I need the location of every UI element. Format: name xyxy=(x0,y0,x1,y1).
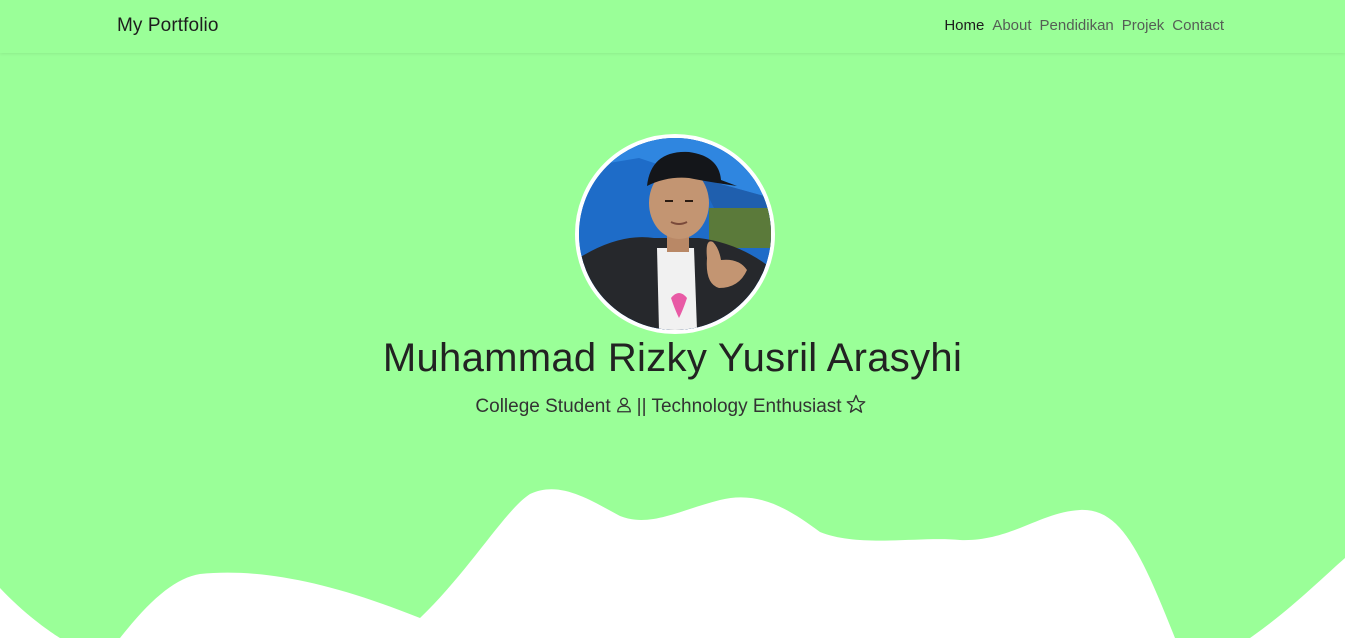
nav-link-home[interactable]: Home xyxy=(936,17,984,34)
nav-menu: Home About Pendidikan Projek Contact xyxy=(936,17,1224,35)
subtitle-separator: || xyxy=(636,396,647,417)
profile-photo xyxy=(575,134,775,334)
wave-divider xyxy=(0,489,1345,638)
navbar: My Portfolio Home About Pendidikan Proje… xyxy=(0,0,1345,53)
brand-link[interactable]: My Portfolio xyxy=(117,15,219,37)
page: My Portfolio Home About Pendidikan Proje… xyxy=(0,0,1345,638)
star-icon xyxy=(846,394,866,420)
nav-link-projek[interactable]: Projek xyxy=(1114,17,1165,34)
nav-link-pendidikan[interactable]: Pendidikan xyxy=(1032,17,1114,34)
person-icon xyxy=(615,396,633,420)
nav-link-contact[interactable]: Contact xyxy=(1164,17,1224,34)
hero-name: Muhammad Rizky Yusril Arasyhi xyxy=(382,336,963,380)
nav-link-about[interactable]: About xyxy=(984,17,1031,34)
subtitle-role: College Student xyxy=(475,396,611,417)
hero-subtitle: College Student || Technology Enthusiast xyxy=(0,394,1345,420)
subtitle-interest: Technology Enthusiast xyxy=(651,396,842,417)
